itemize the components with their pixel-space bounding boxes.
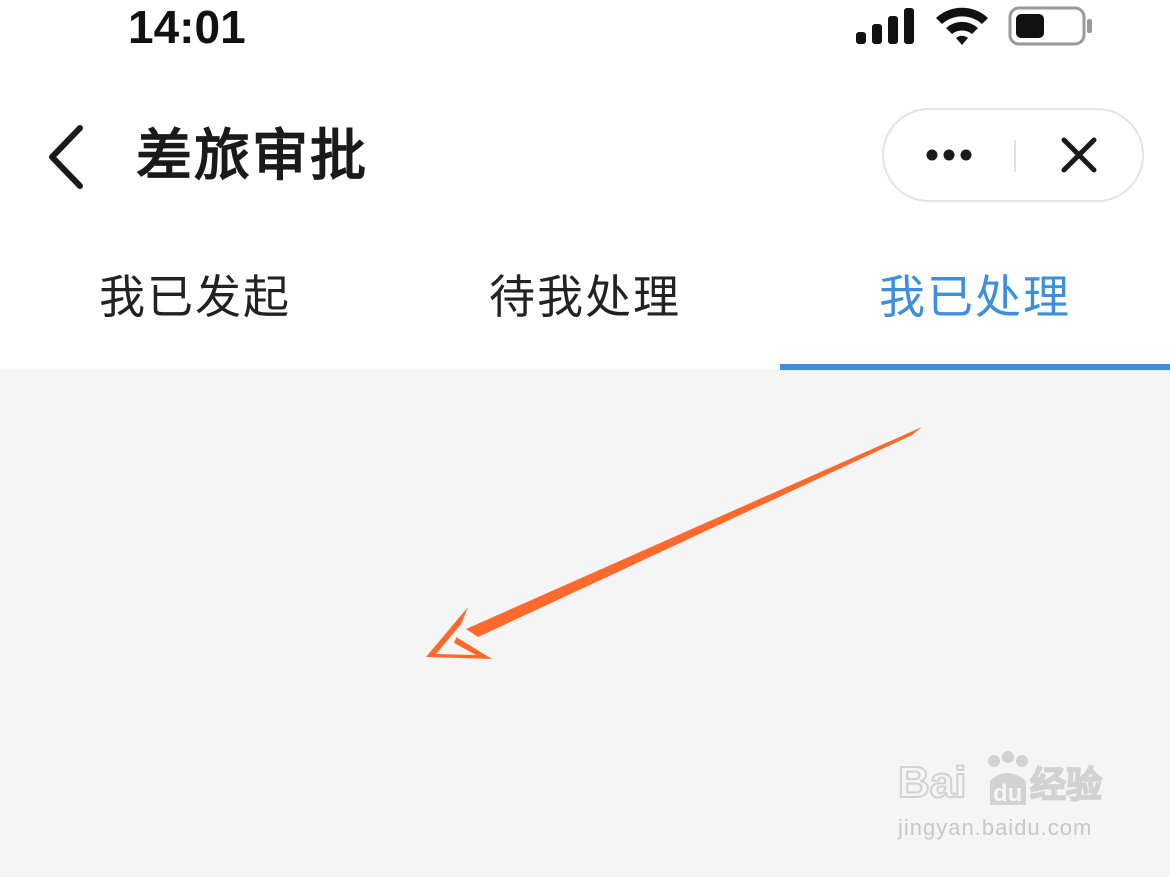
tab-label: 我已发起 bbox=[99, 270, 291, 324]
close-icon bbox=[1061, 137, 1097, 173]
mini-program-capsule bbox=[882, 108, 1144, 202]
svg-text:经验: 经验 bbox=[1030, 765, 1102, 806]
active-tab-indicator bbox=[780, 364, 1170, 370]
screen: 14:01 差旅审批 我已发起 待我处理 我已处理 Bai du 经验 jing… bbox=[0, 0, 1170, 877]
battery-icon bbox=[1008, 6, 1092, 46]
tab-processed[interactable]: 我已处理 bbox=[780, 250, 1170, 370]
tab-pending[interactable]: 待我处理 bbox=[390, 250, 780, 370]
status-bar: 14:01 bbox=[0, 0, 1170, 60]
chevron-left-icon bbox=[49, 125, 83, 189]
tab-bar: 我已发起 待我处理 我已处理 bbox=[0, 250, 1170, 371]
close-button[interactable] bbox=[1016, 110, 1144, 200]
more-button[interactable] bbox=[884, 110, 1014, 200]
more-dots-icon bbox=[926, 149, 972, 161]
baidu-logo: Bai du 经验 bbox=[897, 751, 1103, 808]
status-time: 14:01 bbox=[128, 1, 246, 53]
baidu-watermark: Bai du 经验 jingyan.baidu.com bbox=[896, 751, 1116, 861]
page-title: 差旅审批 bbox=[136, 124, 368, 189]
tab-label: 待我处理 bbox=[489, 270, 681, 324]
watermark-url: jingyan.baidu.com bbox=[898, 815, 1093, 840]
tab-label: 我已处理 bbox=[879, 270, 1071, 324]
back-button[interactable] bbox=[38, 120, 94, 194]
svg-text:du: du bbox=[993, 780, 1022, 807]
tab-initiated[interactable]: 我已发起 bbox=[0, 250, 390, 370]
svg-text:Bai: Bai bbox=[898, 758, 966, 807]
wifi-icon bbox=[936, 7, 988, 45]
title-bar: 差旅审批 bbox=[0, 60, 1170, 250]
signal-icon bbox=[856, 8, 914, 44]
content-area: Bai du 经验 jingyan.baidu.com bbox=[0, 371, 1170, 877]
